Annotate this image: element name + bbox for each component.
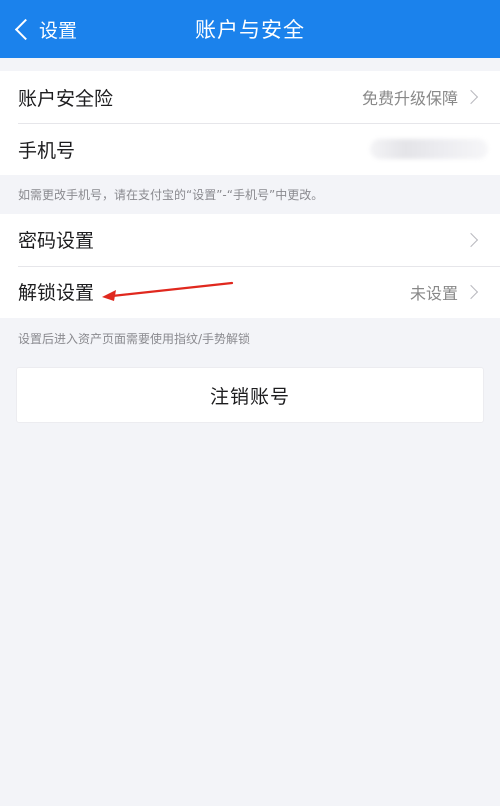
- row-phone-number[interactable]: 手机号: [0, 123, 500, 175]
- unlock-hint: 设置后进入资产页面需要使用指纹/手势解锁: [18, 331, 251, 346]
- row-label: 解锁设置: [18, 282, 95, 305]
- cancel-account-wrap: 注销账号: [0, 361, 500, 424]
- row-value: 未设置: [409, 283, 458, 303]
- row-password-settings[interactable]: 密码设置: [0, 214, 500, 266]
- chevron-left-icon: [14, 18, 37, 40]
- security-group: 密码设置 解锁设置 未设置: [0, 213, 500, 318]
- row-account-insurance[interactable]: 账户安全险 免费升级保障: [0, 71, 500, 123]
- chevron-right-icon: [463, 89, 479, 105]
- row-label: 手机号: [18, 139, 76, 162]
- row-unlock-settings[interactable]: 解锁设置 未设置: [0, 265, 500, 318]
- page-title: 账户与安全: [195, 18, 305, 42]
- back-label: 设置: [39, 19, 78, 42]
- cancel-account-button[interactable]: 注销账号: [16, 367, 484, 424]
- row-value: 免费升级保障: [361, 89, 458, 108]
- chevron-right-icon: [463, 232, 479, 247]
- nav-bar: 设置 账户与安全: [0, 0, 500, 58]
- chevron-right-icon: [463, 284, 479, 299]
- row-label: 密码设置: [18, 230, 95, 253]
- blurred-phone-value: [370, 139, 488, 159]
- row-label: 账户安全险: [18, 87, 114, 110]
- back-button[interactable]: 设置: [12, 0, 77, 58]
- phone-change-hint: 如需更改手机号，请在支付宝的“设置”-“手机号”中更改。: [18, 188, 324, 202]
- account-group: 账户安全险 免费升级保障 手机号: [0, 71, 500, 175]
